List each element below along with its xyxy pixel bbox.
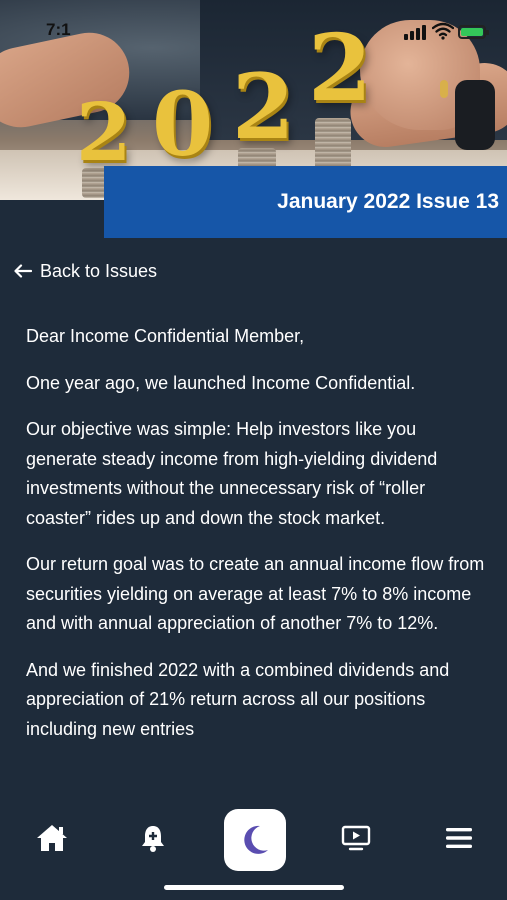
- hero-digit: 2: [76, 85, 132, 179]
- tab-videos[interactable]: [336, 820, 376, 856]
- issue-title: January 2022 Issue 13: [277, 190, 499, 213]
- back-to-issues-link[interactable]: Back to Issues: [14, 258, 157, 284]
- tab-home[interactable]: [32, 820, 72, 856]
- home-indicator: [164, 885, 344, 890]
- article-paragraph: Dear Income Confidential Member,: [26, 326, 305, 346]
- hero-ring: [440, 80, 448, 98]
- issue-title-banner: January 2022 Issue 13: [104, 166, 507, 238]
- hero-watch: [455, 80, 495, 150]
- alert-bell-icon: [142, 826, 164, 852]
- article-body: Dear Income Confidential Member, One yea…: [26, 322, 491, 782]
- article-paragraph: Our objective was simple: Help investors…: [26, 419, 438, 528]
- hero-digit: 2: [232, 54, 295, 160]
- arrow-left-icon: [14, 264, 32, 278]
- article-paragraph: One year ago, we launched Income Confide…: [26, 372, 416, 393]
- bottom-tab-bar: [0, 800, 507, 900]
- battery-icon: [458, 25, 489, 39]
- video-icon: [341, 825, 371, 851]
- article-paragraph: And we finished 2022 with a combined div…: [26, 659, 450, 739]
- back-label: Back to Issues: [40, 260, 158, 281]
- moon-icon: [244, 825, 268, 854]
- home-icon: [37, 825, 67, 851]
- hero-digit: 0: [152, 72, 214, 176]
- wifi-icon: [432, 22, 454, 40]
- tab-alerts[interactable]: [133, 820, 173, 856]
- menu-icon: [446, 828, 472, 848]
- tab-menu[interactable]: [439, 820, 479, 856]
- status-bar: 7:1: [0, 18, 507, 46]
- night-mode-button[interactable]: [224, 809, 286, 871]
- article-paragraph: Our return goal was to create an annual …: [26, 554, 485, 633]
- status-time: 7:1: [46, 20, 71, 39]
